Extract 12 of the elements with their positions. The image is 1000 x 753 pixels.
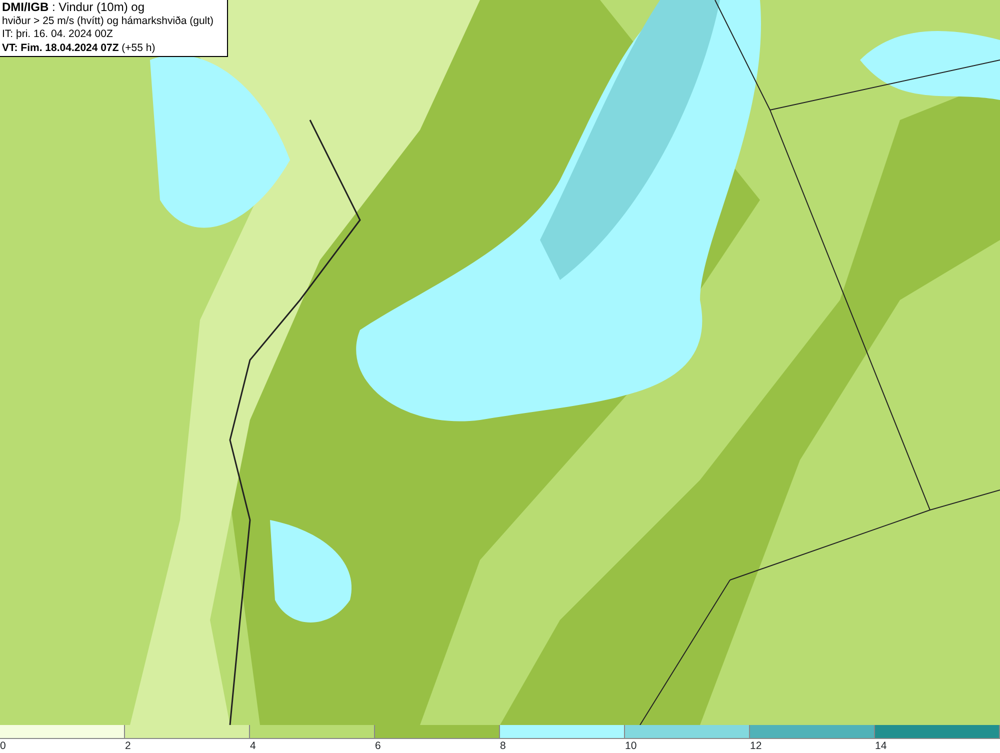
info-text: VT: Fim. 18.04.2024 07Z (+55 h) (2, 42, 156, 55)
legend-tick-label: 10 (625, 739, 637, 753)
legend-tick-label: 2 (125, 739, 131, 753)
info-text: hviður > 25 m/s (hvítt) og hámarkshviða (gult) (2, 14, 215, 28)
legend-tick-label: 4 (250, 739, 256, 753)
info-text: IT: þri. 16. 04. 2024 00Z (2, 28, 114, 42)
legend-tick-label: 0 (0, 739, 6, 753)
info-text: DMI/IGB : Vindur (10m) og (2, 1, 146, 14)
legend-tick-label: 14 (875, 739, 887, 753)
legend-tick-label: 12 (750, 739, 762, 753)
legend-tick-label: 6 (375, 739, 381, 753)
legend-tick-label: 8 (500, 739, 506, 753)
